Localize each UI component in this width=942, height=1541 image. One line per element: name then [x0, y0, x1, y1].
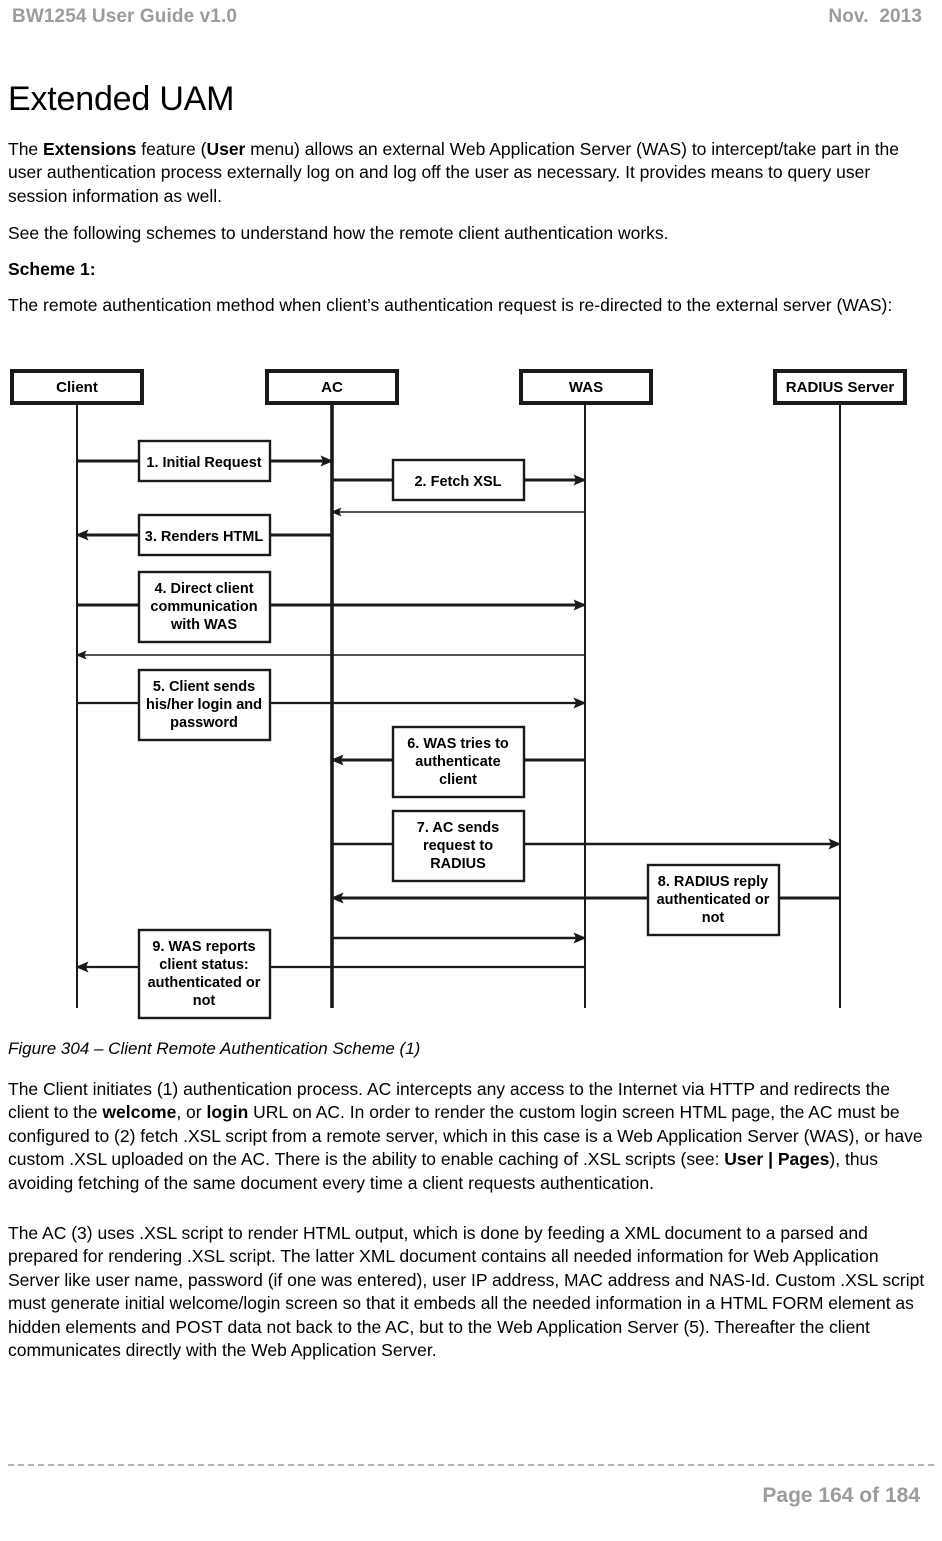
- message-1-initial-request: 1. Initial Request: [77, 439, 334, 483]
- sequence-diagram-svg: Client AC WAS RADIUS Server 1. Initial R…: [10, 369, 907, 1020]
- intro-text-c: feature (: [136, 139, 207, 159]
- message-label-9-line2: client status:: [159, 957, 248, 973]
- footer-divider: [8, 1464, 934, 1466]
- header-document-title: BW1254 User Guide v1.0: [12, 6, 238, 27]
- message-label-6-line1: 6. WAS tries to: [407, 736, 509, 752]
- p5-bold-user-pages: User | Pages: [724, 1149, 830, 1170]
- message-label-9-line1: 9. WAS reports: [152, 939, 255, 955]
- intro-bold-extensions: Extensions: [43, 139, 137, 159]
- actor-box-radius: RADIUS Server: [773, 369, 907, 405]
- intro-text-a: The: [8, 139, 44, 159]
- heading-scheme-1: Scheme 1:: [8, 259, 96, 279]
- p5-bold-welcome: welcome: [102, 1102, 177, 1123]
- message-label-5-line1: 5. Client sends: [153, 679, 255, 695]
- message-label-9-line3: authenticated or: [148, 975, 261, 991]
- message-2-fetch-xsl: 2. Fetch XSL: [332, 458, 587, 502]
- message-6-was-authenticate-client: 6. WAS tries to authenticate client: [330, 725, 585, 799]
- message-label-8-line1: 8. RADIUS reply: [658, 874, 768, 890]
- actor-box-was: WAS: [519, 369, 653, 405]
- message-label-7-line1: 7. AC sends: [417, 820, 499, 836]
- actor-label-radius: RADIUS Server: [786, 379, 895, 396]
- actor-box-ac: AC: [265, 369, 399, 405]
- paragraph-ac-uses-xsl: The AC (3) uses .XSL script to render HT…: [8, 1223, 925, 1361]
- message-label-6-line3: client: [439, 772, 477, 788]
- actor-label-was: WAS: [569, 379, 603, 396]
- paragraph-scheme-1-desc: The remote authentication method when cl…: [8, 295, 893, 315]
- message-label-7-line2: request to: [423, 838, 493, 854]
- page-header: BW1254 User Guide v1.0 Nov. 2013: [0, 0, 942, 40]
- message-label-3: 3. Renders HTML: [145, 529, 264, 545]
- intro-bold-user: User: [206, 139, 246, 159]
- figure-sequence-diagram: Client AC WAS RADIUS Server 1. Initial R…: [0, 360, 942, 1020]
- message-label-6-line2: authenticate: [415, 754, 500, 770]
- page-title: Extended UAM: [8, 80, 235, 118]
- actor-label-client: Client: [56, 379, 98, 396]
- message-label-7-line3: RADIUS: [430, 856, 486, 872]
- p5-text-c: , or: [176, 1102, 207, 1123]
- message-label-1: 1. Initial Request: [146, 455, 261, 471]
- paragraph-intro: The Extensions feature (User menu) allow…: [8, 138, 926, 208]
- message-label-4-line2: communication: [150, 599, 257, 615]
- actor-label-ac: AC: [321, 379, 343, 396]
- message-label-4-line1: 4. Direct client: [154, 581, 253, 597]
- message-label-5-line3: password: [170, 715, 238, 731]
- header-date: Nov. 2013: [828, 6, 922, 27]
- actor-box-client: Client: [10, 369, 144, 405]
- p5-bold-login: login: [206, 1102, 249, 1123]
- message-label-4-line3: with WAS: [170, 617, 237, 633]
- message-label-8-line3: not: [702, 910, 725, 926]
- message-label-9-line4: not: [193, 993, 216, 1009]
- message-label-8-line2: authenticated or: [657, 892, 770, 908]
- message-3-renders-html: 3. Renders HTML: [75, 513, 332, 557]
- footer-page-number: Page 164 of 184: [762, 1484, 920, 1507]
- message-label-5-line2: his/her login and: [146, 697, 262, 713]
- figure-caption: Figure 304 – Client Remote Authenticatio…: [8, 1039, 421, 1058]
- paragraph-client-initiates: The Client initiates (1) authentication …: [8, 1078, 926, 1195]
- paragraph-see-schemes: See the following schemes to understand …: [8, 223, 669, 243]
- message-label-2: 2. Fetch XSL: [414, 474, 501, 490]
- document-page: BW1254 User Guide v1.0 Nov. 2013 Extende…: [0, 0, 942, 1541]
